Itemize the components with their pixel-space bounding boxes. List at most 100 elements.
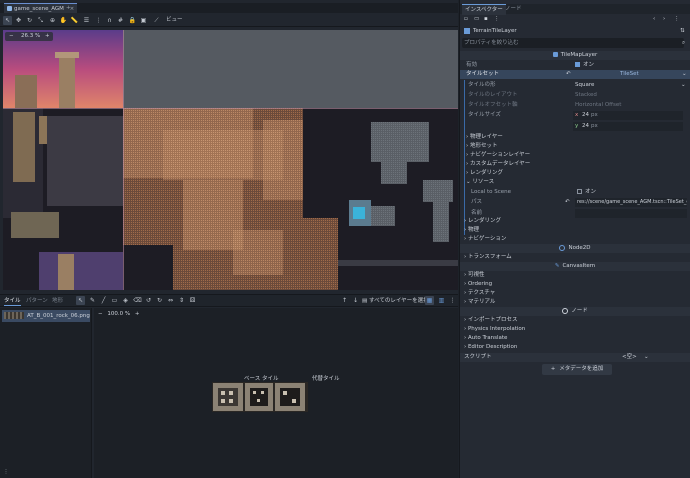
flip-h-icon[interactable]: ⇔ [166,296,175,305]
panel-menu-icon[interactable]: ⋮ [448,296,457,305]
zoom-out-button[interactable]: − [9,32,14,41]
rotate-right-icon[interactable]: ↻ [155,296,164,305]
lock-icon[interactable]: 🔒 [128,16,137,25]
tileset-row[interactable]: タイルセット ↶ TileSet ⌄ [460,70,690,79]
select-tile-icon[interactable]: ↖ [76,296,85,305]
line-tool-icon[interactable]: ╱ [99,296,108,305]
open-icon[interactable]: ▭ [474,16,479,22]
random-icon[interactable]: ⚄ [188,296,197,305]
group-transform[interactable]: › トランスフォーム [460,253,690,262]
atlas-zoom-level[interactable]: 100.0 % [107,311,130,317]
scale-tool-icon[interactable]: ⤡ [36,16,45,25]
y-axis-label: y [575,123,579,129]
local-to-scene-toggle[interactable]: オン [577,188,596,197]
save-icon[interactable]: ▪ [484,16,488,22]
highlight-layer-icon[interactable]: ▦ [425,296,434,305]
class-header-node: ノード [460,307,690,316]
rotate-tool-icon[interactable]: ↻ [25,16,34,25]
rotate-left-icon[interactable]: ↺ [144,296,153,305]
history-dropdown-icon[interactable]: ⇅ [680,26,685,37]
flip-v-icon[interactable]: ⇕ [177,296,186,305]
add-metadata-button[interactable]: + メタデータを追加 [542,364,612,375]
view-menu[interactable]: ビュー [166,16,183,25]
snap-icon[interactable]: ⋮ [94,16,103,25]
layer-down-icon[interactable]: ↓ [351,296,360,305]
eraser-tool-icon[interactable]: ⌫ [133,296,142,305]
tileset-value[interactable]: TileSet [620,70,639,79]
enabled-label: 有効 [466,62,478,68]
tile-shape-value[interactable]: Square [575,81,594,90]
pivot-tool-icon[interactable]: ⊕ [48,16,57,25]
list-icon[interactable]: ☰ [82,16,91,25]
group-physics-layers[interactable]: › 物理レイヤー [465,133,690,142]
atlas-zoom-out[interactable]: − [98,311,103,317]
group-rendering-tileset[interactable]: › レンダリング [465,169,690,178]
source-menu-icon[interactable]: ⋮ [2,468,10,476]
layer-up-icon[interactable]: ↑ [340,296,349,305]
paint-tool-icon[interactable]: ✎ [88,296,97,305]
node-path[interactable]: TerrainTileLayer [473,28,517,34]
group-material[interactable]: › マテリアル [460,298,690,307]
pan-tool-icon[interactable]: ✋ [59,16,68,25]
property-filter-input[interactable]: プロパティを絞り込む [462,38,684,48]
group-icon[interactable]: ▣ [139,16,148,25]
tile-atlas-view[interactable]: − 100.0 % + ベース タイル 代替タイル [94,308,458,478]
grid-snap-icon[interactable]: # [116,16,125,25]
options-icon[interactable]: ⋮ [494,16,500,22]
back-icon[interactable]: ‹ [653,16,655,22]
history-icon[interactable]: ⋮ [674,16,680,22]
bucket-tool-icon[interactable]: ◈ [121,296,130,305]
tile-offset-axis-row: タイルオフセット軸 Horizontal Offset [465,101,690,110]
chevron-down-icon[interactable]: ⌄ [644,353,649,362]
zoom-level[interactable]: 26.3 % [21,32,40,41]
group-rendering[interactable]: › レンダリング [460,217,690,226]
list-item[interactable]: AT_B_001_rock_06.png [2,310,90,322]
script-value[interactable]: <空> [622,353,637,362]
chevron-down-icon[interactable]: ⌄ [681,81,686,90]
ruler-tool-icon[interactable]: 📏 [70,16,79,25]
atlas-zoom-in[interactable]: + [135,311,140,317]
bone-icon[interactable]: ⟋ [152,16,161,25]
group-auto-translate[interactable]: › Auto Translate [460,334,690,343]
group-ordering[interactable]: › Ordering [460,280,690,289]
rect-tool-icon[interactable]: ▭ [110,296,119,305]
tab-node[interactable]: ノード [505,4,522,14]
group-physics[interactable]: › 物理 [460,226,690,235]
tile-size-y-field[interactable]: y 24 px [573,122,683,131]
tile-size-x-field[interactable]: x 24 px [573,111,683,120]
group-visibility[interactable]: › 可視性 [460,271,690,280]
reset-icon[interactable]: ↶ [565,198,570,207]
group-terrain-sets[interactable]: › 地形セット [465,142,690,151]
group-physics-interpolation[interactable]: › Physics Interpolation [460,325,690,334]
scene-viewport[interactable]: − 26.3 % + [3,30,458,290]
search-icon[interactable]: ⌕ [682,38,685,48]
tab-tiles[interactable]: タイル [4,297,21,306]
chevron-down-icon[interactable]: ⌄ [682,70,687,79]
tab-patterns[interactable]: パターン [26,297,48,305]
group-editor-description[interactable]: › Editor Description [460,343,690,352]
zoom-in-button[interactable]: + [45,32,50,41]
select-all-layers-button[interactable]: ▤ すべてのレイヤーを選択 [362,297,429,305]
enabled-toggle[interactable]: オン [575,61,594,70]
grid-toggle-icon[interactable]: ▥ [437,296,446,305]
path-field[interactable]: res://scene/game_scene_AGM.tscn::TileSet… [575,198,687,207]
group-custom-data-layers[interactable]: › カスタムデータレイヤー [465,160,690,169]
group-texture[interactable]: › テクスチャ [460,289,690,298]
forward-icon[interactable]: › [663,16,665,22]
group-process[interactable]: › インポートプロセス [460,316,690,325]
group-navigation[interactable]: › ナビゲーション [460,235,690,244]
base-tiles-atlas[interactable] [212,382,308,412]
tile-offset-axis-value[interactable]: Horizontal Offset [575,101,621,110]
tile-layout-value[interactable]: Stacked [575,91,597,100]
move-tool-icon[interactable]: ✥ [14,16,23,25]
tab-inspector[interactable]: インスペクター [462,4,506,15]
add-tab-icon[interactable]: + [66,3,71,13]
group-navigation-layers[interactable]: › ナビゲーションレイヤー [465,151,690,160]
new-resource-icon[interactable]: ▫ [464,16,468,22]
tab-terrains[interactable]: 地形 [52,297,63,305]
magnet-icon[interactable]: ∩ [105,16,114,25]
tile-layout-row: タイルのレイアウト Stacked [465,91,690,100]
group-resource[interactable]: ⌄ リソース [465,178,690,187]
select-tool-icon[interactable]: ↖ [3,16,12,25]
reset-icon[interactable]: ↶ [566,70,571,79]
